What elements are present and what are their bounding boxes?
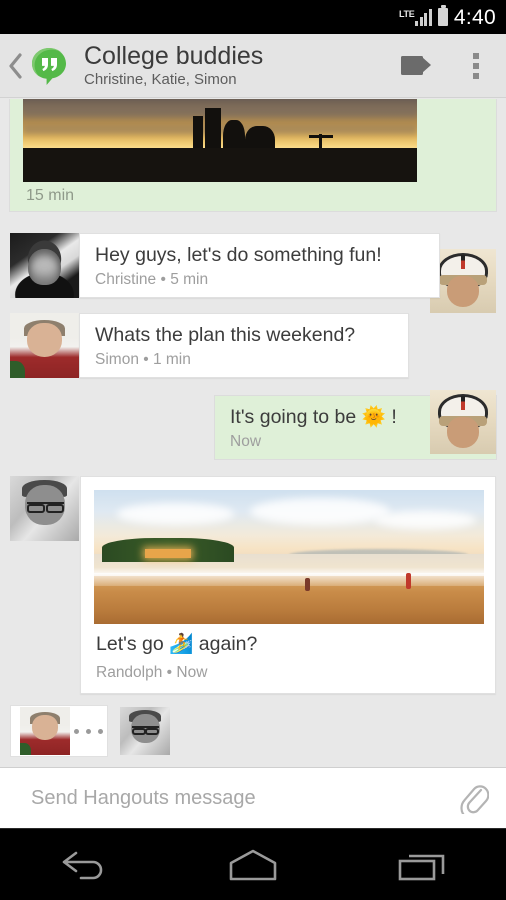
- message-input[interactable]: Send Hangouts message: [31, 787, 442, 810]
- avatar-simon[interactable]: [10, 313, 79, 378]
- surfer-emoji-icon: 🏄: [169, 633, 193, 655]
- message-text-suffix: !: [386, 406, 397, 428]
- status-bar: LTE 4:40: [0, 0, 506, 34]
- message-composer: Send Hangouts message: [0, 767, 506, 828]
- action-bar: College buddies Christine, Katie, Simon: [0, 34, 506, 98]
- message-text: Whats the plan this weekend?: [95, 323, 355, 347]
- avatar-me[interactable]: [430, 390, 496, 454]
- nav-home-icon: [225, 848, 281, 882]
- battery-icon: [438, 8, 448, 26]
- typing-indicator: [10, 705, 310, 757]
- phone-screen: LTE 4:40 College buddies Christine, Kati…: [0, 0, 506, 900]
- message-meta: Randolph • Now: [96, 663, 207, 683]
- message-meta: Christine • 5 min: [95, 270, 208, 290]
- avatar-randolph[interactable]: [120, 707, 170, 755]
- status-clock: 4:40: [454, 7, 496, 28]
- sun-emoji-icon: 🌞: [362, 406, 386, 428]
- hangouts-logo-icon[interactable]: [28, 45, 70, 87]
- typing-dots: [74, 729, 103, 734]
- message-text: Hey guys, let's do something fun!: [95, 243, 382, 267]
- conversation-titles: College buddies Christine, Katie, Simon: [84, 42, 386, 89]
- nav-back-icon: [59, 850, 109, 880]
- video-camera-icon: [401, 56, 431, 75]
- sunset-photo-attachment[interactable]: [23, 99, 417, 182]
- nav-back-button[interactable]: [24, 829, 144, 900]
- message-text: It's going to be: [230, 406, 362, 428]
- network-type-label: LTE: [399, 9, 414, 19]
- avatar-simon[interactable]: [20, 707, 70, 755]
- avatar-christine[interactable]: [10, 233, 79, 298]
- avatar-randolph[interactable]: [10, 476, 79, 541]
- signal-strength-icon: [415, 9, 432, 26]
- back-chevron-icon[interactable]: [4, 53, 26, 79]
- message-text: Let's go: [96, 633, 169, 655]
- participants-subtitle: Christine, Katie, Simon: [84, 70, 386, 89]
- nav-recents-button[interactable]: [362, 829, 482, 900]
- beach-photo-attachment[interactable]: [94, 490, 484, 624]
- message-bubble-outgoing-photo[interactable]: 15 min: [9, 99, 497, 212]
- message-text-suffix: again?: [193, 633, 257, 655]
- signal-bars-icon: LTE: [399, 9, 432, 26]
- message-list[interactable]: 15 min Hey guys, let's do something fun!…: [0, 99, 506, 767]
- overflow-menu-button[interactable]: [446, 34, 506, 98]
- message-bubble-christine[interactable]: Hey guys, let's do something fun! Christ…: [79, 233, 440, 298]
- page-title: College buddies: [84, 42, 386, 70]
- message-meta: Simon • 1 min: [95, 350, 191, 370]
- android-nav-bar: [0, 828, 506, 900]
- nav-home-button[interactable]: [193, 829, 313, 900]
- nav-recents-icon: [396, 848, 448, 882]
- video-call-button[interactable]: [386, 34, 446, 98]
- message-bubble-simon[interactable]: Whats the plan this weekend? Simon • 1 m…: [79, 313, 409, 378]
- overflow-menu-icon: [473, 53, 479, 79]
- paperclip-icon: [459, 782, 489, 814]
- message-bubble-randolph[interactable]: Let's go 🏄 again? Randolph • Now: [80, 476, 496, 694]
- message-meta: Now: [230, 432, 261, 452]
- message-timestamp: 15 min: [26, 187, 74, 205]
- attach-button[interactable]: [442, 782, 506, 814]
